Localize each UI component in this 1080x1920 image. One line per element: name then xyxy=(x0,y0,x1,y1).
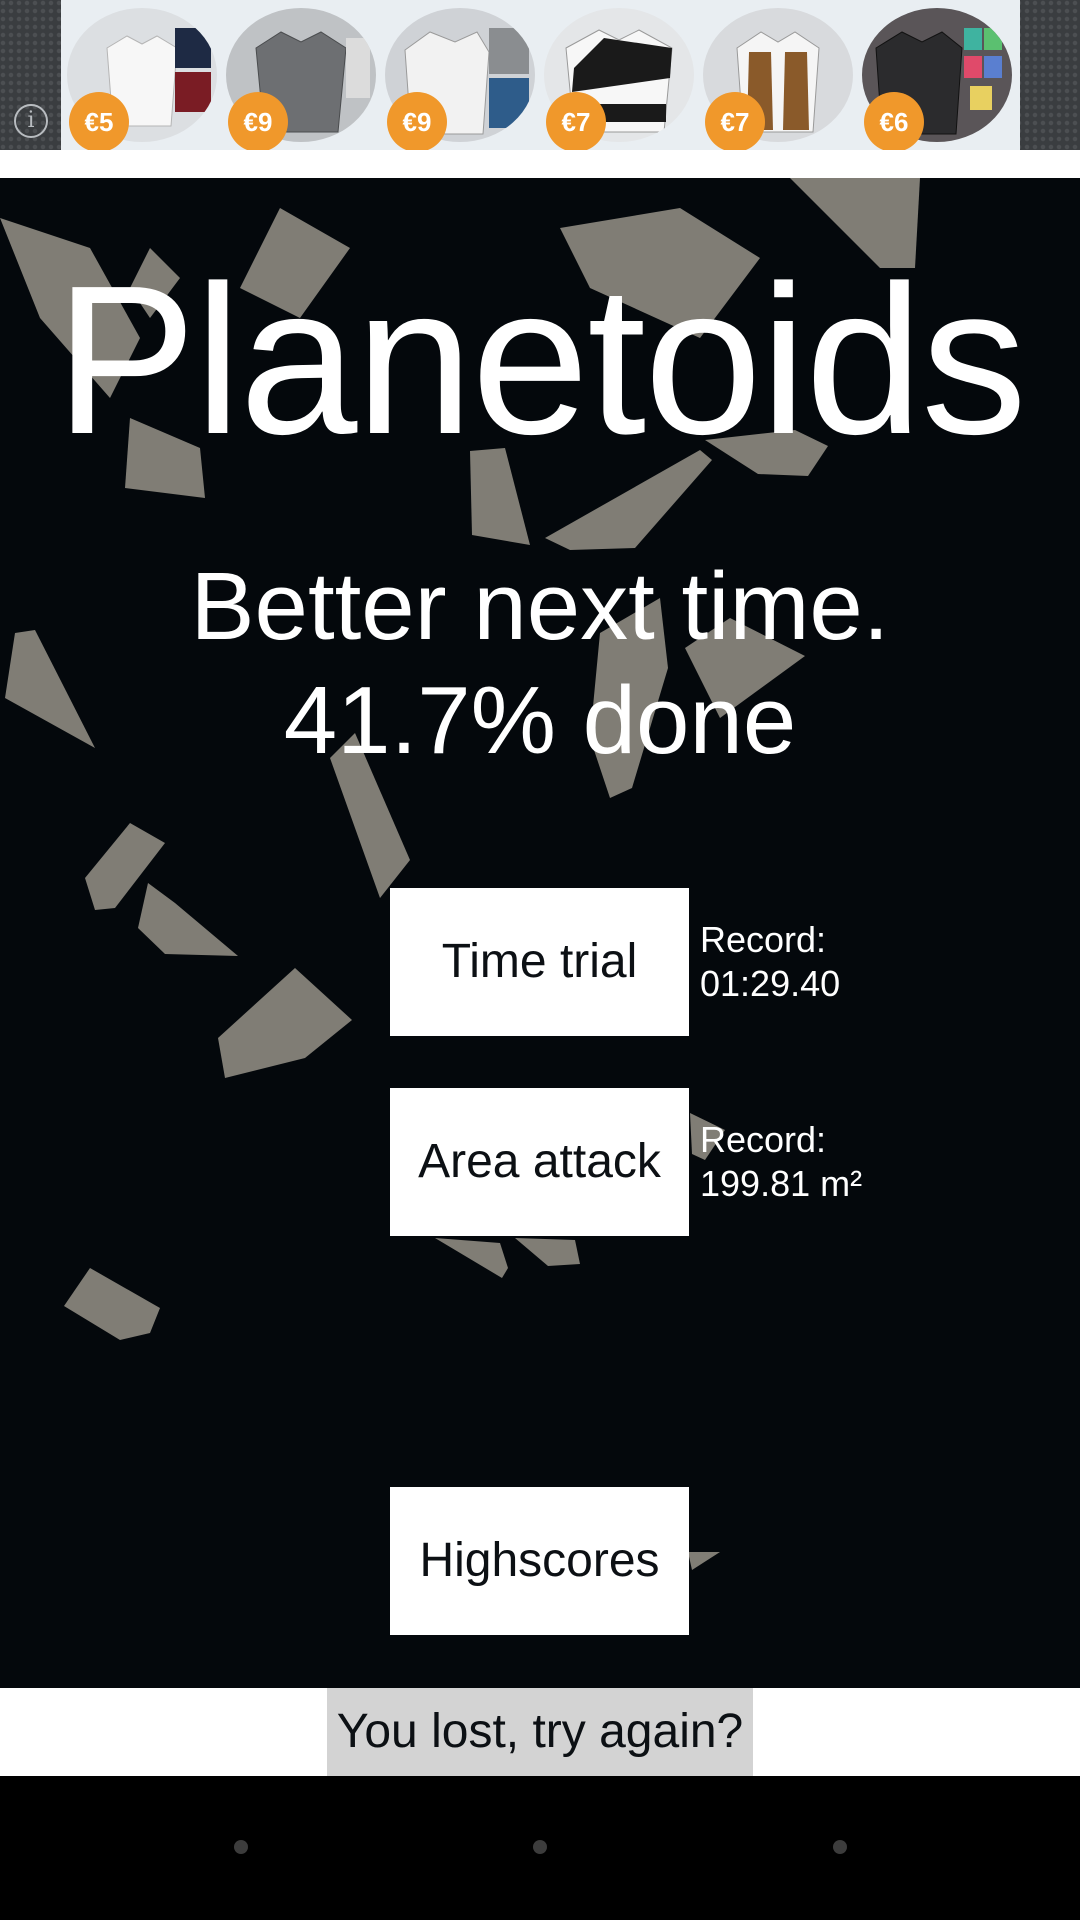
asteroid xyxy=(435,1238,508,1278)
highscores-button[interactable]: Highscores xyxy=(390,1487,689,1635)
area-attack-record: Record: 199.81 m² xyxy=(700,1118,862,1206)
ad-item[interactable]: €9 xyxy=(385,8,535,152)
result-line: Better next time. xyxy=(190,553,890,660)
ad-banner[interactable]: i €5 €9 €9 €7 €7 €6 xyxy=(0,0,1080,152)
ad-item[interactable]: €7 xyxy=(544,8,694,152)
record-label: Record: xyxy=(700,919,827,960)
record-value: 01:29.40 xyxy=(700,963,841,1004)
nav-back-dot-icon[interactable] xyxy=(234,1840,248,1854)
nav-recents-dot-icon[interactable] xyxy=(833,1840,847,1854)
price-badge: €6 xyxy=(864,92,924,152)
retry-button[interactable]: You lost, try again? xyxy=(327,1688,753,1776)
record-value: 199.81 m² xyxy=(700,1163,863,1204)
price-badge: €7 xyxy=(705,92,765,152)
asteroid xyxy=(138,883,238,956)
navigation-bar xyxy=(0,1776,1080,1920)
progress-text: 41.7% done xyxy=(283,667,797,774)
ad-product-strip[interactable]: €5 €9 €9 €7 €7 €6 xyxy=(61,0,1020,152)
asteroid xyxy=(218,968,352,1078)
result-message: Better next time. 41.7% done xyxy=(0,550,1080,778)
price-badge: €7 xyxy=(546,92,606,152)
price-badge: €5 xyxy=(69,92,129,152)
time-trial-record: Record: 01:29.40 xyxy=(700,918,840,1006)
game-screen[interactable]: Planetoids Better next time. 41.7% done … xyxy=(0,178,1080,1688)
ad-item[interactable]: €9 xyxy=(226,8,376,152)
asteroid xyxy=(688,1552,720,1570)
record-label: Record: xyxy=(700,1119,827,1160)
retry-strip: You lost, try again? xyxy=(0,1688,1080,1776)
asteroid xyxy=(515,1238,580,1266)
game-title: Planetoids xyxy=(54,241,1027,478)
info-icon[interactable]: i xyxy=(14,104,48,138)
ad-item[interactable]: €7 xyxy=(703,8,853,152)
price-badge: €9 xyxy=(228,92,288,152)
time-trial-button[interactable]: Time trial xyxy=(390,888,689,1036)
price-badge: €9 xyxy=(387,92,447,152)
spacer xyxy=(0,150,1080,178)
area-attack-button[interactable]: Area attack xyxy=(390,1088,689,1236)
ad-item[interactable]: €5 xyxy=(67,8,217,152)
asteroid xyxy=(64,1268,160,1340)
ad-item[interactable]: €6 xyxy=(862,8,1012,152)
nav-home-dot-icon[interactable] xyxy=(533,1840,547,1854)
